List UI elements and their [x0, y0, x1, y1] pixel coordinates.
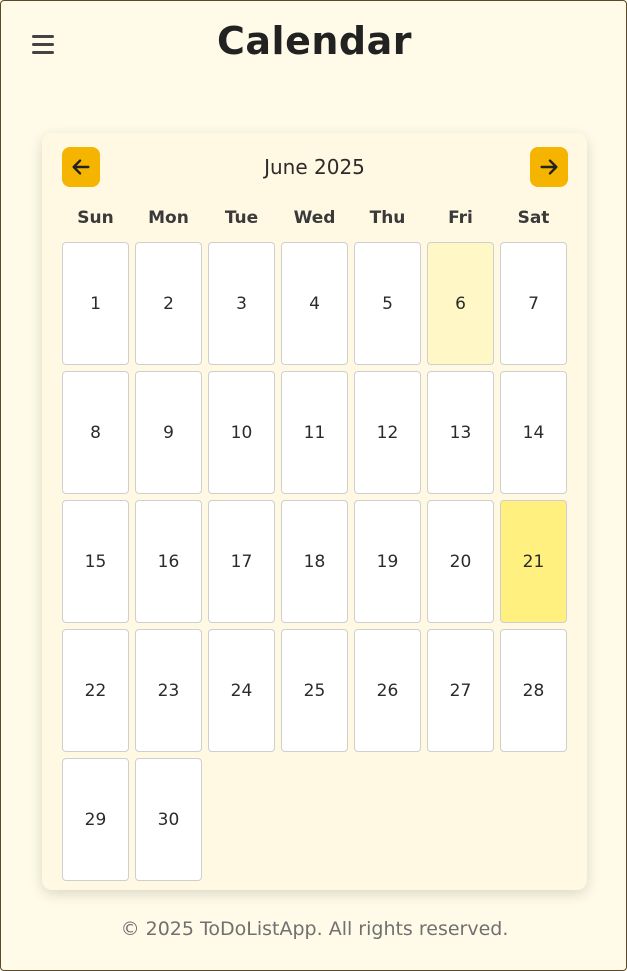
calendar-card: June 2025 Sun Mon Tue Wed Thu Fri Sat 12345678…: [42, 133, 587, 890]
day-cell[interactable]: 5: [354, 242, 421, 365]
day-cell[interactable]: 18: [281, 500, 348, 623]
day-cell[interactable]: 20: [427, 500, 494, 623]
day-cell[interactable]: 15: [62, 500, 129, 623]
footer-copyright: © 2025 ToDoListApp. All rights reserved.: [120, 918, 509, 940]
calendar-grid: 1 2 3 4 5 6 7 8 9 10 11 12 13 14 15 16 17 18 19 20 21 22 23 24 2…: [62, 242, 567, 882]
day-cell[interactable]: 19: [354, 500, 421, 623]
day-cell[interactable]: 24: [208, 629, 275, 752]
day-cell[interactable]: 28: [500, 629, 567, 752]
day-cell[interactable]: 26: [354, 629, 421, 752]
day-cell[interactable]: 2: [135, 242, 202, 365]
day-cell[interactable]: 6: [427, 242, 494, 365]
day-cell[interactable]: 9: [135, 371, 202, 494]
day-cell[interactable]: 12: [354, 371, 421, 494]
page-title: Calendar: [217, 19, 412, 63]
arrow-right-icon: [540, 159, 558, 175]
day-cell[interactable]: 16: [135, 500, 202, 623]
weekday-label: Fri: [448, 208, 473, 228]
day-cell[interactable]: 29: [62, 758, 129, 881]
month-label: June 2025: [264, 155, 365, 179]
day-cell[interactable]: 25: [281, 629, 348, 752]
app-window: Calendar June 2025 Sun Mon Tue Wed Thu Fri Sat…: [0, 0, 627, 971]
day-cell[interactable]: 23: [135, 629, 202, 752]
day-cell[interactable]: 3: [208, 242, 275, 365]
weekday-label: Wed: [293, 208, 336, 228]
day-cell[interactable]: 27: [427, 629, 494, 752]
weekday-label: Thu: [369, 208, 406, 228]
weekday-header-row: Sun Mon Tue Wed Thu Fri Sat: [62, 208, 567, 230]
day-cell[interactable]: 4: [281, 242, 348, 365]
day-cell[interactable]: 1: [62, 242, 129, 365]
day-cell[interactable]: 21: [500, 500, 567, 623]
weekday-label: Tue: [224, 208, 259, 228]
weekday-label: Sun: [77, 208, 114, 228]
day-cell[interactable]: 10: [208, 371, 275, 494]
day-cell[interactable]: 13: [427, 371, 494, 494]
next-month-button[interactable]: [530, 147, 568, 187]
day-cell[interactable]: 11: [281, 371, 348, 494]
weekday-label: Sat: [517, 208, 550, 228]
weekday-label: Mon: [148, 208, 189, 228]
day-cell[interactable]: 22: [62, 629, 129, 752]
day-cell[interactable]: 7: [500, 242, 567, 365]
day-cell[interactable]: 14: [500, 371, 567, 494]
day-cell[interactable]: 8: [62, 371, 129, 494]
day-cell[interactable]: 17: [208, 500, 275, 623]
day-cell[interactable]: 30: [135, 758, 202, 881]
